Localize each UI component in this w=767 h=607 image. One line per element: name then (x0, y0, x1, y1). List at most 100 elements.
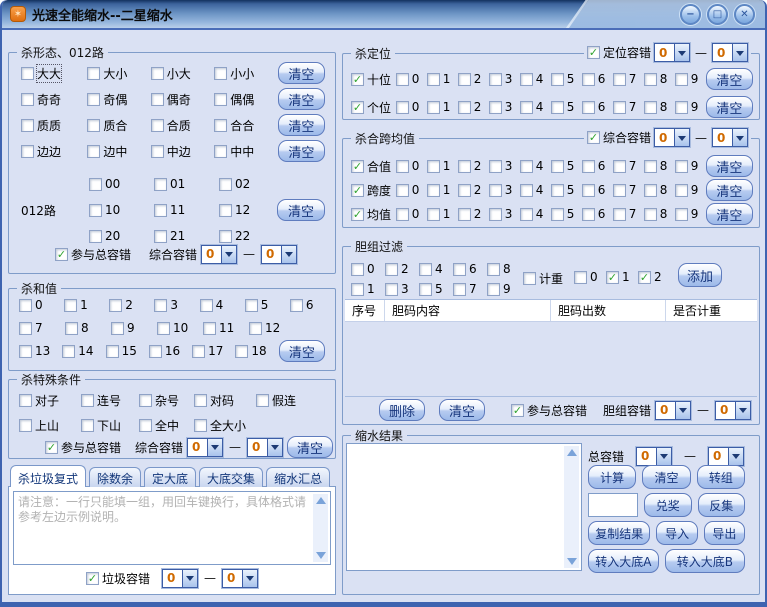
maximize-button[interactable]: □ (707, 4, 728, 25)
copy-result-button[interactable]: 复制结果 (588, 521, 650, 545)
checkbox-小小[interactable]: 小小 (214, 65, 277, 82)
clear-button[interactable]: 清空 (706, 155, 753, 177)
checkbox-4[interactable]: 4 (419, 262, 453, 276)
checkbox-3[interactable]: 3 (489, 183, 520, 197)
tolerance-max-dropdown[interactable]: 0 (247, 438, 283, 457)
tolerance-min-dropdown[interactable]: 0 (187, 438, 223, 457)
checkbox-span-tolerance[interactable]: ✓综合容错 (587, 129, 651, 146)
checkbox-tens[interactable]: ✓十位 (351, 71, 396, 88)
tolerance-max-dropdown[interactable]: 0 (708, 447, 744, 466)
checkbox-偶偶[interactable]: 偶偶 (214, 91, 277, 108)
checkbox-合合[interactable]: 合合 (214, 117, 277, 134)
checkbox-下山[interactable]: 下山 (81, 417, 139, 434)
checkbox-10[interactable]: 10 (157, 321, 203, 335)
add-button[interactable]: 添加 (678, 263, 722, 287)
invert-set-button[interactable]: 反集 (698, 493, 746, 517)
checkbox-6[interactable]: 6 (582, 183, 613, 197)
checkbox-合质[interactable]: 合质 (151, 117, 214, 134)
checkbox-6[interactable]: 6 (290, 298, 335, 312)
prize-check-input[interactable] (588, 493, 638, 517)
tab-大底交集[interactable]: 大底交集 (199, 467, 263, 487)
checkbox-9[interactable]: 9 (675, 159, 706, 173)
tolerance-min-dropdown[interactable]: 0 (655, 401, 691, 420)
checkbox-7[interactable]: 7 (613, 159, 644, 173)
checkbox-sum-value[interactable]: ✓合值 (351, 158, 396, 175)
checkbox-3[interactable]: 3 (489, 207, 520, 221)
tab-除数余[interactable]: 除数余 (89, 467, 141, 487)
checkbox-杂号[interactable]: 杂号 (139, 392, 194, 409)
checkbox-3[interactable]: 3 (489, 159, 520, 173)
tolerance-max-dropdown[interactable]: 0 (715, 401, 751, 420)
scroll-down-icon[interactable] (567, 558, 577, 565)
tolerance-min-dropdown[interactable]: 0 (654, 128, 690, 147)
checkbox-9[interactable]: 9 (487, 282, 521, 296)
checkbox-8[interactable]: 8 (487, 262, 521, 276)
checkbox-8[interactable]: 8 (644, 183, 675, 197)
checkbox-2[interactable]: 2 (458, 159, 489, 173)
checkbox-weight[interactable]: 计重 (523, 270, 563, 287)
checkbox-22[interactable]: 22 (219, 229, 284, 243)
import-button[interactable]: 导入 (656, 521, 697, 545)
checkbox-0[interactable]: 0 (19, 298, 64, 312)
scrollbar[interactable] (564, 446, 579, 568)
checkbox-小大[interactable]: 小大 (151, 65, 214, 82)
checkbox-0[interactable]: 0 (396, 159, 427, 173)
checkbox-00[interactable]: 00 (89, 177, 154, 191)
clear-button[interactable]: 清空 (278, 88, 325, 110)
to-pool-a-button[interactable]: 转入大底A (588, 549, 659, 573)
checkbox-5[interactable]: 5 (245, 298, 290, 312)
checkbox-0[interactable]: 0 (396, 207, 427, 221)
clear-button[interactable]: 清空 (706, 203, 753, 225)
tolerance-max-dropdown[interactable]: 0 (222, 569, 258, 588)
tolerance-min-dropdown[interactable]: 0 (162, 569, 198, 588)
checkbox-position-tolerance[interactable]: ✓定位容错 (587, 44, 651, 61)
garbage-input[interactable]: 请注意：一行只能填一组，用回车键换行，具体格式请参考左边示例说明。 (13, 491, 331, 565)
checkbox-7[interactable]: 7 (453, 282, 487, 296)
tolerance-min-dropdown[interactable]: 0 (636, 447, 672, 466)
checkbox-2[interactable]: 2 (458, 183, 489, 197)
checkbox-3[interactable]: 3 (489, 72, 520, 86)
checkbox-9[interactable]: 9 (675, 100, 706, 114)
checkbox-join-total[interactable]: ✓参与总容错 (511, 402, 587, 419)
checkbox-0[interactable]: 0 (396, 100, 427, 114)
checkbox-01[interactable]: 01 (154, 177, 219, 191)
checkbox-假连[interactable]: 假连 (256, 392, 296, 409)
checkbox-3[interactable]: 3 (489, 100, 520, 114)
checkbox-6[interactable]: 6 (582, 72, 613, 86)
export-button[interactable]: 导出 (704, 521, 745, 545)
checkbox-1[interactable]: 1 (64, 298, 109, 312)
checkbox-2[interactable]: 2 (385, 262, 419, 276)
clear-button[interactable]: 清空 (706, 179, 753, 201)
checkbox-12[interactable]: 12 (249, 321, 295, 335)
checkbox-units[interactable]: ✓个位 (351, 99, 396, 116)
checkbox-join-total[interactable]: ✓参与总容错 (45, 439, 121, 456)
clear-button[interactable]: 清空 (287, 436, 333, 458)
tolerance-max-dropdown[interactable]: 0 (712, 128, 748, 147)
clear-button[interactable]: 清空 (277, 199, 325, 221)
checkbox-1[interactable]: 1 (427, 100, 458, 114)
checkbox-对码[interactable]: 对码 (194, 392, 256, 409)
minimize-button[interactable]: − (680, 4, 701, 25)
checkbox-mean-value[interactable]: ✓均值 (351, 206, 396, 223)
checkbox-5[interactable]: 5 (551, 207, 582, 221)
clear-button[interactable]: 清空 (279, 340, 325, 362)
checkbox-上山[interactable]: 上山 (19, 417, 81, 434)
checkbox-4[interactable]: 4 (520, 207, 551, 221)
checkbox-2[interactable]: ✓2 (638, 270, 670, 284)
checkbox-20[interactable]: 20 (89, 229, 154, 243)
close-button[interactable]: ✕ (734, 4, 755, 25)
checkbox-9[interactable]: 9 (675, 72, 706, 86)
clear-button[interactable]: 清空 (439, 399, 485, 421)
checkbox-16[interactable]: 16 (149, 344, 192, 358)
checkbox-5[interactable]: 5 (419, 282, 453, 296)
checkbox-边中[interactable]: 边中 (87, 143, 150, 160)
checkbox-1[interactable]: 1 (427, 159, 458, 173)
checkbox-奇偶[interactable]: 奇偶 (87, 91, 150, 108)
checkbox-9[interactable]: 9 (675, 183, 706, 197)
checkbox-4[interactable]: 4 (520, 159, 551, 173)
checkbox-11[interactable]: 11 (203, 321, 249, 335)
to-pool-b-button[interactable]: 转入大底B (665, 549, 745, 573)
tolerance-min-dropdown[interactable]: 0 (201, 245, 237, 264)
checkbox-6[interactable]: 6 (582, 207, 613, 221)
checkbox-4[interactable]: 4 (520, 72, 551, 86)
